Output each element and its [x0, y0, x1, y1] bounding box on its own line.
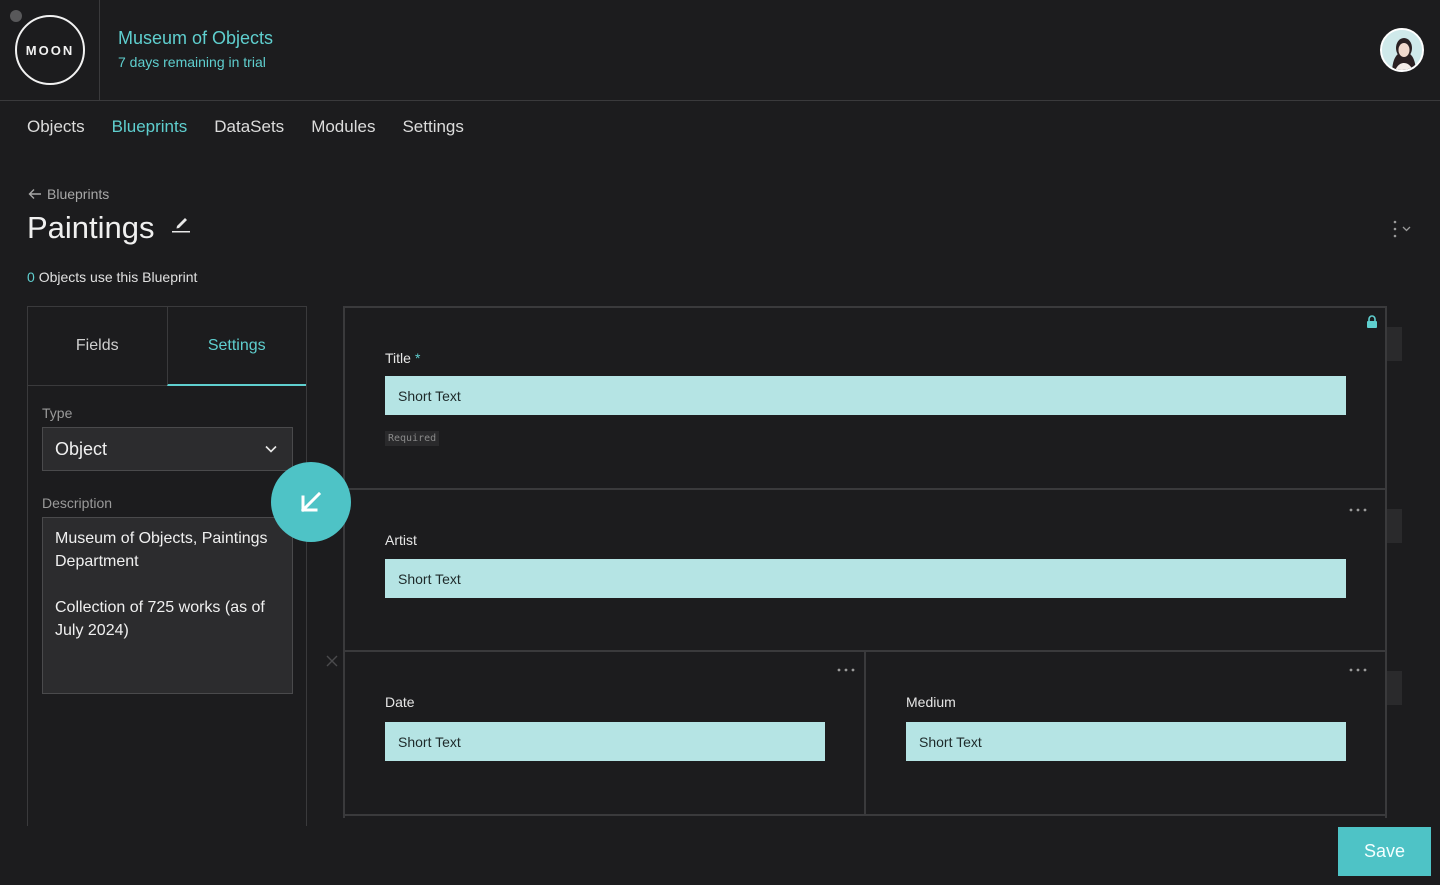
type-label: Type	[42, 405, 73, 421]
blueprint-side-panel: Fields Settings Type Object Description …	[27, 306, 307, 826]
type-select[interactable]: Object	[42, 427, 293, 471]
moon-logo[interactable]: MOON	[15, 15, 85, 85]
trial-status: 7 days remaining in trial	[118, 54, 266, 70]
field-options-icon[interactable]	[1348, 667, 1368, 673]
field-label-date: Date	[385, 694, 415, 710]
type-select-value: Object	[55, 438, 108, 459]
more-options-icon[interactable]	[1390, 219, 1414, 239]
usage-text: Objects use this Blueprint	[38, 269, 198, 285]
save-button[interactable]: Save	[1338, 827, 1431, 876]
organization-name[interactable]: Museum of Objects	[118, 28, 273, 49]
avatar-image	[1382, 30, 1422, 70]
field-row-artist: Artist Short Text	[345, 490, 1385, 652]
field-row-date-medium: Date Short Text Medium Short Text	[345, 652, 1385, 816]
nav-blueprints[interactable]: Blueprints	[112, 117, 188, 137]
arrow-down-left-icon	[300, 491, 322, 513]
field-label-medium: Medium	[906, 694, 956, 710]
field-row-title: Title * Short Text Required	[345, 308, 1385, 490]
chevron-down-icon	[265, 445, 277, 453]
tab-settings[interactable]: Settings	[166, 307, 306, 386]
blueprint-usage: 0 Objects use this Blueprint	[27, 269, 197, 285]
logo-cell: MOON	[0, 0, 100, 100]
page-title: Paintings	[27, 210, 155, 245]
nav-datasets[interactable]: DataSets	[214, 117, 284, 137]
field-medium-input[interactable]: Short Text	[906, 722, 1346, 761]
back-to-blueprints-link[interactable]: Blueprints	[27, 186, 109, 202]
drag-handle[interactable]	[1387, 509, 1402, 543]
required-badge: Required	[385, 431, 440, 446]
column-divider	[864, 652, 866, 816]
side-panel-tabs: Fields Settings	[28, 307, 306, 386]
blueprint-fields-canvas: Title * Short Text Required Artist Short …	[343, 306, 1387, 818]
collapse-panel-button[interactable]	[271, 462, 351, 542]
field-options-icon[interactable]	[1348, 507, 1368, 513]
field-date-input[interactable]: Short Text	[385, 722, 825, 761]
lock-icon	[1367, 315, 1377, 328]
drag-handle[interactable]	[1387, 327, 1402, 361]
title-label-text: Title	[385, 350, 411, 366]
pencil-edit-icon[interactable]	[170, 212, 192, 234]
field-label-artist: Artist	[385, 532, 417, 548]
field-artist-input[interactable]: Short Text	[385, 559, 1346, 598]
user-avatar[interactable]	[1380, 28, 1424, 72]
field-title-input[interactable]: Short Text	[385, 376, 1346, 415]
nav-modules[interactable]: Modules	[311, 117, 375, 137]
nav-objects[interactable]: Objects	[27, 117, 85, 137]
arrow-left-icon	[28, 189, 41, 199]
field-options-icon[interactable]	[836, 667, 856, 673]
field-label-title: Title *	[385, 350, 420, 366]
description-textarea[interactable]: Museum of Objects, Paintings Department …	[42, 517, 293, 694]
back-link-label: Blueprints	[47, 186, 110, 202]
description-label: Description	[42, 495, 113, 511]
close-icon[interactable]	[325, 654, 339, 668]
tab-fields[interactable]: Fields	[28, 307, 167, 385]
nav-settings[interactable]: Settings	[402, 117, 463, 137]
required-star: *	[414, 350, 421, 366]
main-nav: Objects Blueprints DataSets Modules Sett…	[27, 117, 464, 137]
drag-handle[interactable]	[1387, 671, 1402, 705]
usage-count[interactable]: 0	[27, 269, 35, 285]
top-bar: MOON Museum of Objects 7 days remaining …	[0, 0, 1440, 101]
